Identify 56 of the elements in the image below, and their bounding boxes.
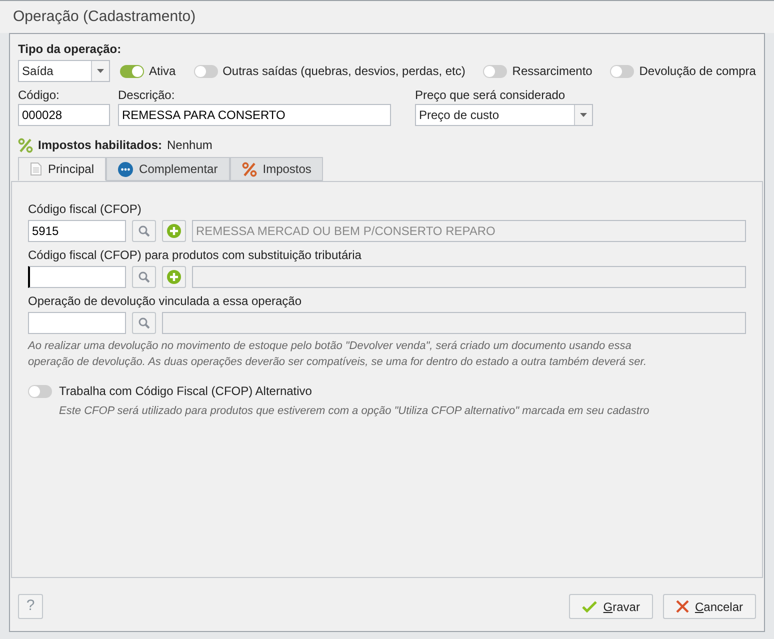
tab[interactable]: Complementar <box>106 157 230 181</box>
tab[interactable]: Impostos <box>230 157 324 181</box>
window-title: Operação (Cadastramento) <box>13 6 196 27</box>
field-label: Preço que será considerado <box>415 87 566 104</box>
field-label: Descrição: <box>118 87 176 104</box>
taxes-label: Impostos habilitados: <box>38 137 162 154</box>
add-button[interactable] <box>162 266 186 288</box>
toggle-switch[interactable] <box>120 64 144 78</box>
percent-icon <box>18 138 33 152</box>
type-dropdown[interactable]: Saída <box>18 60 110 82</box>
toggle-switch[interactable] <box>194 64 218 78</box>
description-field[interactable] <box>162 312 746 334</box>
field-label: Operação de devolução vinculada a essa operação <box>28 293 303 310</box>
search-button[interactable] <box>132 220 156 242</box>
search-icon <box>138 225 150 237</box>
close-icon <box>676 600 689 613</box>
code-field[interactable] <box>28 266 126 288</box>
search-icon <box>138 317 150 329</box>
description-field[interactable]: REMESSA PARA CONSERTO <box>118 104 391 126</box>
help-text: Ao realizar uma devolução no movimento de estoque pelo botão "Devolver venda", será criado um documento usando essa operação de devolução. As duas operações deverão ser compatíveis, se uma for dentro do estado a outra também deverá ser. <box>28 339 648 370</box>
description-field[interactable] <box>192 266 746 288</box>
code-field[interactable] <box>28 312 126 334</box>
toggle-switch[interactable] <box>483 64 508 78</box>
toggle-label: Ativa <box>149 63 176 80</box>
toggle-switch[interactable] <box>28 384 52 398</box>
taxes-value: Nenhum <box>167 137 212 154</box>
toggle-switch[interactable] <box>610 64 634 78</box>
cancel-button[interactable]: Cancelar <box>662 594 756 619</box>
toggle-label: Devolução de compra <box>639 63 756 80</box>
tab[interactable]: Principal <box>18 157 106 181</box>
price-dropdown[interactable]: Preço de custo <box>415 104 593 126</box>
help-text: Este CFOP será utilizado para produtos que estiverem com a opção "Utiliza CFOP alternativo" marcada em seu cadastro <box>58 404 650 419</box>
toggle-label: Trabalha com Código Fiscal (CFOP) Alternativo <box>59 383 312 400</box>
field-label: Tipo da operação: <box>18 41 122 58</box>
dropdown-button[interactable] <box>574 105 592 125</box>
toggle-label: Ressarcimento <box>512 63 592 80</box>
code-field[interactable]: 000028 <box>18 104 110 126</box>
add-button[interactable] <box>162 220 186 242</box>
code-field[interactable]: 5915 <box>28 220 126 242</box>
plus-icon <box>167 270 181 284</box>
save-button[interactable]: Gravar <box>569 594 653 619</box>
field-label: Código fiscal (CFOP) para produtos com substituição tributária <box>28 247 362 264</box>
check-icon <box>582 600 598 612</box>
toggle-label: Outras saídas (quebras, desvios, perdas, etc) <box>222 63 466 80</box>
dropdown-button[interactable] <box>91 61 109 81</box>
percent-icon <box>242 162 257 176</box>
document-icon <box>30 162 42 176</box>
plus-icon <box>167 224 181 238</box>
field-label: Código fiscal (CFOP) <box>28 201 142 218</box>
caret-icon <box>580 113 587 117</box>
ellipsis-icon <box>118 162 134 176</box>
caret-icon <box>97 69 104 73</box>
search-button[interactable] <box>132 266 156 288</box>
field-label: Código: <box>18 87 60 104</box>
search-button[interactable] <box>132 312 156 334</box>
search-icon <box>138 271 150 283</box>
